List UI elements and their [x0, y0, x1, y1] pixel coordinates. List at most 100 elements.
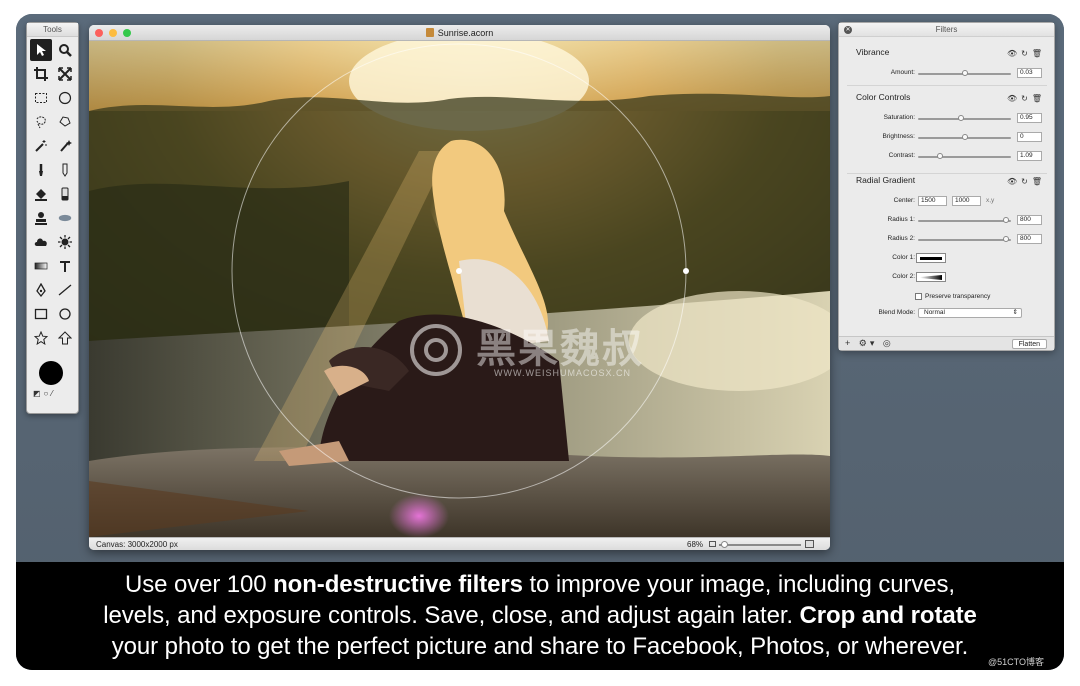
window-titlebar: Sunrise.acorn	[89, 25, 830, 41]
caption-text: Use over 100	[125, 571, 274, 598]
center-unit: x,y	[986, 197, 995, 204]
close-panel-icon[interactable]: ✕	[844, 26, 852, 34]
blend-mode-label: Blend Mode:	[878, 309, 916, 316]
magic-wand-icon[interactable]	[30, 135, 52, 157]
caption-line-2: levels, and exposure controls. Save, clo…	[16, 600, 1064, 631]
window-title: Sunrise.acorn	[89, 25, 830, 41]
tools-palette: Tools ◩○⁄	[26, 22, 79, 414]
clone-stamp-icon[interactable]	[30, 207, 52, 229]
color1-swatch[interactable]	[916, 253, 946, 263]
contrast-slider[interactable]	[918, 156, 1011, 158]
sun-shape-icon[interactable]	[54, 231, 76, 253]
preserve-transparency-label: Preserve transparency	[925, 293, 991, 300]
smudge-icon[interactable]	[54, 207, 76, 229]
filter-title-color-controls: Color Controls	[856, 92, 911, 102]
filter-title-radial-gradient: Radial Gradient	[856, 175, 916, 185]
flatten-button[interactable]: Flatten	[1011, 339, 1047, 349]
arrow-shape-icon[interactable]	[54, 327, 76, 349]
zoom-percent: 68%	[687, 540, 704, 549]
radius1-slider-knob[interactable]	[1003, 217, 1010, 223]
blend-mode-value: Normal	[924, 309, 945, 316]
contrast-value[interactable]: 1.09	[1017, 151, 1042, 161]
caption-line-1: Use over 100 non-destructive filters to …	[16, 569, 1064, 600]
watermark: 黑果魏叔 WWW.WEISHUMACOSX.CN	[408, 316, 698, 386]
saturation-value[interactable]: 0.95	[1017, 113, 1042, 123]
radius2-slider[interactable]	[918, 239, 1011, 241]
vibrance-controls-icons[interactable]: 👁↻🗑	[1007, 49, 1046, 58]
watermark-text: 黑果魏叔	[476, 326, 644, 372]
select-chevron-icon: ⇕	[1012, 309, 1018, 316]
contrast-slider-knob[interactable]	[937, 153, 944, 159]
marketing-caption: Use over 100 non-destructive filters to …	[16, 562, 1064, 670]
amount-value[interactable]: 0.03	[1017, 68, 1042, 78]
contrast-label: Contrast:	[888, 152, 915, 159]
filters-panel: ✕ Filters Vibrance 👁↻🗑 Amount: 0.03 Colo…	[838, 22, 1055, 351]
add-filter-controls[interactable]: + ⚙▾ ◎	[845, 338, 894, 349]
pen-icon[interactable]	[30, 279, 52, 301]
ellipse-select-icon[interactable]	[54, 87, 76, 109]
preserve-transparency-checkbox[interactable]	[915, 293, 922, 300]
document-window: Sunrise.acorn Canvas: 3000x2000 px 68%	[89, 25, 830, 550]
radius2-value[interactable]: 800	[1017, 234, 1042, 244]
zoom-icon[interactable]	[54, 39, 76, 61]
color-controls-icons[interactable]: 👁↻🗑	[1007, 94, 1046, 103]
document-icon	[425, 28, 434, 37]
radius1-slider[interactable]	[918, 220, 1011, 222]
rectangle-shape-icon[interactable]	[30, 303, 52, 325]
gradient-icon[interactable]	[30, 255, 52, 277]
center-label: Center:	[893, 197, 915, 204]
filter-title-vibrance: Vibrance	[856, 47, 890, 57]
brightness-value[interactable]: 0	[1017, 132, 1042, 142]
lasso-icon[interactable]	[30, 111, 52, 133]
amount-slider-knob[interactable]	[961, 70, 968, 76]
caption-emphasis: Crop and rotate	[799, 602, 977, 629]
brightness-slider-knob[interactable]	[961, 134, 968, 140]
color2-swatch[interactable]	[916, 272, 946, 282]
color-well-icon[interactable]	[39, 361, 63, 385]
color1-label: Color 1:	[892, 254, 915, 261]
star-shape-icon[interactable]	[30, 327, 52, 349]
zoom-slider-knob[interactable]	[721, 541, 728, 548]
transform-icon[interactable]	[54, 63, 76, 85]
eraser-icon[interactable]	[54, 183, 76, 205]
watermark-url: WWW.WEISHUMACOSX.CN	[494, 368, 631, 378]
rect-select-icon[interactable]	[30, 87, 52, 109]
screenshot-frame: Tools ◩○⁄ Sunrise.acorn Canvas: 3000x200…	[16, 14, 1064, 670]
center-x-input[interactable]: 1500	[918, 196, 947, 206]
amount-label: Amount:	[890, 69, 915, 76]
magnetic-lasso-icon[interactable]	[54, 111, 76, 133]
text-icon[interactable]	[54, 255, 76, 277]
blend-mode-select[interactable]: Normal ⇕	[918, 308, 1022, 318]
brightness-label: Brightness:	[882, 133, 915, 140]
radial-gradient-icons[interactable]: 👁↻🗑	[1007, 177, 1046, 186]
separator	[847, 85, 1047, 86]
saturation-slider-knob[interactable]	[957, 115, 964, 121]
color-swap-controls[interactable]: ◩○⁄	[33, 389, 56, 398]
saturation-slider[interactable]	[918, 118, 1011, 120]
radius2-label: Radius 2:	[887, 235, 915, 242]
crop-icon[interactable]	[30, 63, 52, 85]
ellipse-shape-icon[interactable]	[54, 303, 76, 325]
filters-title: Filters	[935, 25, 958, 34]
zoom-slider[interactable]	[719, 544, 801, 546]
zoom-out-icon[interactable]	[709, 541, 716, 547]
brush-icon[interactable]	[30, 159, 52, 181]
zoom-in-icon[interactable]	[805, 540, 814, 548]
wand-brush-icon[interactable]	[54, 135, 76, 157]
line-icon[interactable]	[54, 279, 76, 301]
caption-text: levels, and exposure controls. Save, clo…	[103, 602, 800, 629]
canvas-size-label: Canvas: 3000x2000 px	[96, 540, 178, 549]
image-canvas[interactable]	[89, 41, 830, 537]
window-title-text: Sunrise.acorn	[437, 28, 494, 38]
corner-watermark: @51CTO博客	[988, 657, 1044, 667]
center-y-input[interactable]: 1000	[952, 196, 981, 206]
pencil-icon[interactable]	[54, 159, 76, 181]
saturation-label: Saturation:	[883, 114, 915, 121]
select-arrow-icon[interactable]	[30, 39, 52, 61]
fill-bucket-icon[interactable]	[30, 183, 52, 205]
radius2-slider-knob[interactable]	[1003, 236, 1010, 242]
filters-titlebar: ✕ Filters	[839, 23, 1054, 37]
cloud-shape-icon[interactable]	[30, 231, 52, 253]
status-bar: Canvas: 3000x2000 px 68%	[89, 537, 830, 550]
radius1-value[interactable]: 800	[1017, 215, 1042, 225]
